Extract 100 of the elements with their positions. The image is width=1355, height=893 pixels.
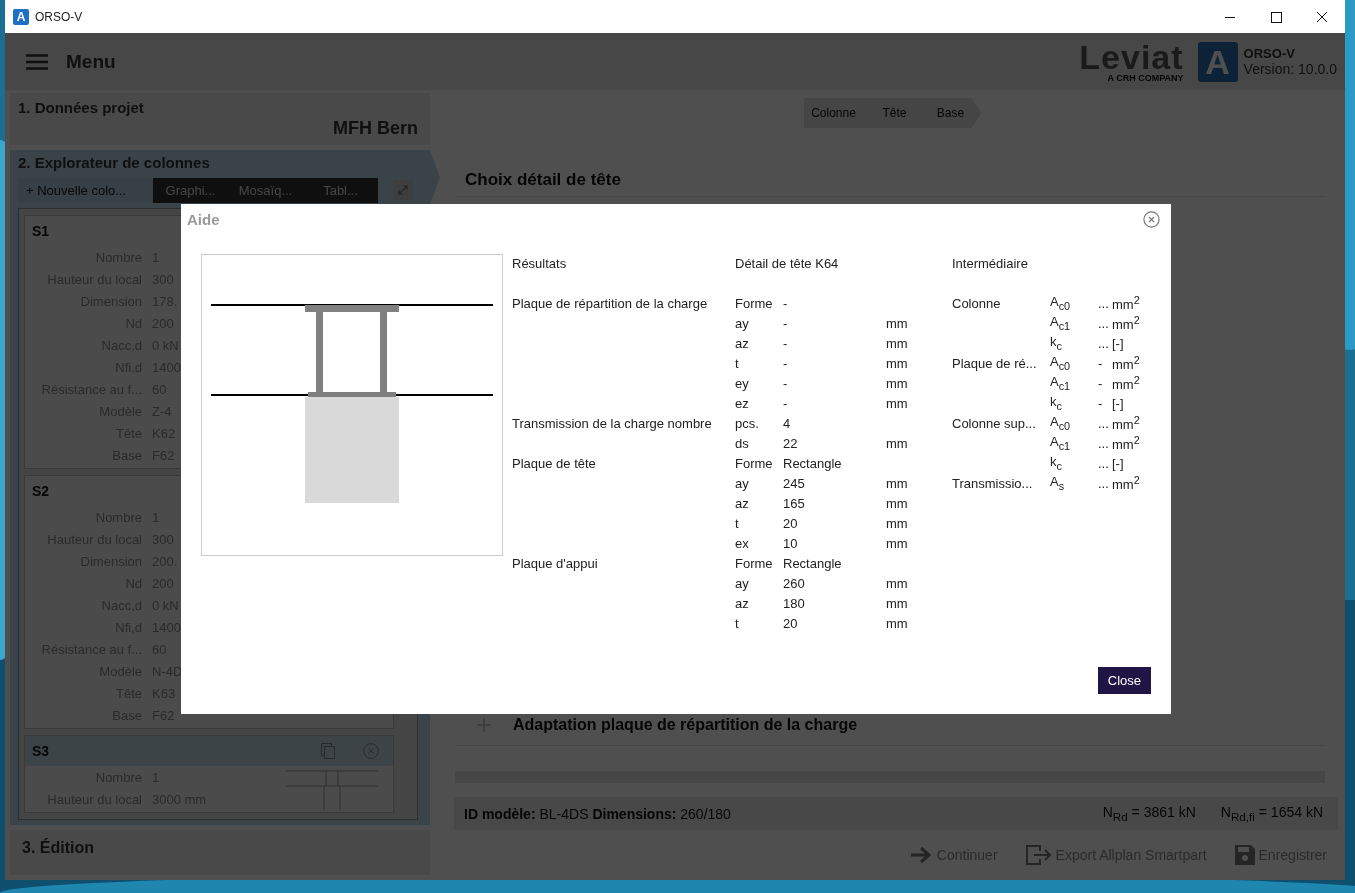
expand-icon[interactable] <box>393 180 413 200</box>
symbol-label: A$_{c0}$ <box>1050 354 1072 372</box>
parameter-name: pcs. <box>735 415 760 431</box>
unit-label: [-] <box>1112 335 1125 351</box>
unit-label: mm <box>886 475 909 491</box>
group-label: Transmissio... <box>952 475 1034 491</box>
section-title: 2. Explorateur de colonnes <box>18 154 210 171</box>
group-label: Transmission de la charge nombre <box>512 415 713 431</box>
parameter-value: - <box>783 335 789 351</box>
section-title: 3. Édition <box>22 839 94 856</box>
parameter-value: 4 <box>783 415 792 431</box>
card-title: S1 <box>32 223 50 239</box>
parameter-name: Forme <box>735 555 774 571</box>
unit-label: mm <box>886 575 909 591</box>
export-icon <box>1025 845 1052 865</box>
parameter-value: 20 <box>783 515 799 531</box>
unit-label: mm <box>886 395 909 411</box>
card-title: S2 <box>32 483 50 499</box>
symbol-label: A$_{c1}$ <box>1050 434 1072 452</box>
parameter-name: Forme <box>735 295 774 311</box>
column-heading: Résultats <box>512 255 568 271</box>
symbol-label: k$_{c}$ <box>1050 394 1063 412</box>
parameter-value: ... <box>1098 315 1110 331</box>
copy-icon[interactable] <box>321 743 335 759</box>
symbol-label: A$_{c0}$ <box>1050 414 1072 432</box>
breadcrumb-step[interactable]: Base <box>915 98 982 128</box>
menu-icon[interactable] <box>26 53 48 70</box>
unit-label: mm$^{2}$ <box>1112 413 1140 433</box>
close-button[interactable]: Close <box>1097 667 1151 694</box>
unit-label: [-] <box>1112 395 1125 411</box>
section-heading: Choix détail de tête <box>455 170 1325 197</box>
parameter-value: - <box>783 315 789 331</box>
group-label: Plaque de ré... <box>952 355 1038 371</box>
model-info: ID modèle: BL-4DS Dimensions: 260/180 <box>464 805 731 822</box>
group-label: Plaque de répartition de la charge <box>512 295 709 311</box>
unit-label: mm <box>886 495 909 511</box>
parameter-value: 22 <box>783 435 799 451</box>
expander-label: Adaptation plaque de répartition de la charge <box>513 716 858 734</box>
parameter-value: ... <box>1098 335 1110 351</box>
unit-label: mm$^{2}$ <box>1112 473 1140 493</box>
symbol-label: k$_{c}$ <box>1050 454 1063 472</box>
parameter-value: - <box>1098 395 1104 411</box>
symbol-label: A$_{c1}$ <box>1050 314 1072 332</box>
group-label: Colonne <box>952 295 1002 311</box>
unit-label: mm$^{2}$ <box>1112 353 1140 373</box>
parameter-value: 165 <box>783 495 806 511</box>
parameter-value: 20 <box>783 615 799 631</box>
parameter-name: Forme <box>735 455 774 471</box>
parameter-value: - <box>1098 375 1104 391</box>
card-title: S3 <box>32 743 50 759</box>
menu-label[interactable]: Menu <box>66 50 116 73</box>
parameter-value: ... <box>1098 455 1110 471</box>
unit-label: mm <box>886 335 909 351</box>
parameter-value: ... <box>1098 475 1110 491</box>
save-icon <box>1234 845 1255 865</box>
parameter-name: ds <box>735 435 750 451</box>
parameter-name: ay <box>735 575 750 591</box>
group-label: Plaque de tête <box>512 455 597 471</box>
unit-label: mm <box>886 355 909 371</box>
close-icon[interactable] <box>1143 211 1160 228</box>
app-logo: A <box>1197 41 1238 82</box>
symbol-label: A$_{c0}$ <box>1050 294 1072 312</box>
unit-label: mm <box>886 535 909 551</box>
parameter-name: ez <box>735 395 750 411</box>
parameter-name: ex <box>735 535 750 551</box>
column-heading: Intermédiaire <box>952 255 1029 271</box>
column-heading: Détail de tête K64 <box>735 255 840 271</box>
unit-label: mm$^{2}$ <box>1112 373 1140 393</box>
parameter-value: 10 <box>783 535 799 551</box>
parameter-name: t <box>735 355 740 371</box>
parameter-value: Rectangle <box>783 555 843 571</box>
symbol-label: k$_{c}$ <box>1050 334 1063 352</box>
parameter-value: - <box>783 375 789 391</box>
breadcrumb-step[interactable]: Colonne <box>803 98 870 128</box>
parameter-name: az <box>735 335 750 351</box>
parameter-value: - <box>783 355 789 371</box>
symbol-label: A$_{c1}$ <box>1050 374 1072 392</box>
window-title: ORSO-V <box>35 9 83 24</box>
symbol-label: A$_{s}$ <box>1050 474 1066 492</box>
unit-label: mm <box>886 315 909 331</box>
unit-label: mm <box>886 375 909 391</box>
edition-section[interactable]: 3. Édition <box>10 830 430 875</box>
parameter-value: - <box>783 395 789 411</box>
brand-tagline: A CRH COMPANY <box>1107 72 1184 83</box>
arrow-right-icon <box>910 846 933 864</box>
unit-label: mm$^{2}$ <box>1112 433 1140 453</box>
parameter-value: Rectangle <box>783 455 843 471</box>
parameter-value: 245 <box>783 475 806 491</box>
parameter-value: ... <box>1098 415 1110 431</box>
parameter-value: - <box>1098 355 1104 371</box>
unit-label: mm <box>886 435 909 451</box>
resistance-value: N$_{Rd,fi}$ = 1654 kN <box>1220 804 1323 823</box>
project-name: MFH Bern <box>333 118 418 139</box>
delete-icon[interactable] <box>363 743 379 759</box>
project-section[interactable]: 1. Données projet MFH Bern <box>10 93 430 145</box>
dialog-title: Aide <box>187 211 220 228</box>
unit-label: mm$^{2}$ <box>1112 293 1140 313</box>
parameter-value: - <box>783 295 789 311</box>
parameter-value: 260 <box>783 575 806 591</box>
parameter-name: az <box>735 595 750 611</box>
